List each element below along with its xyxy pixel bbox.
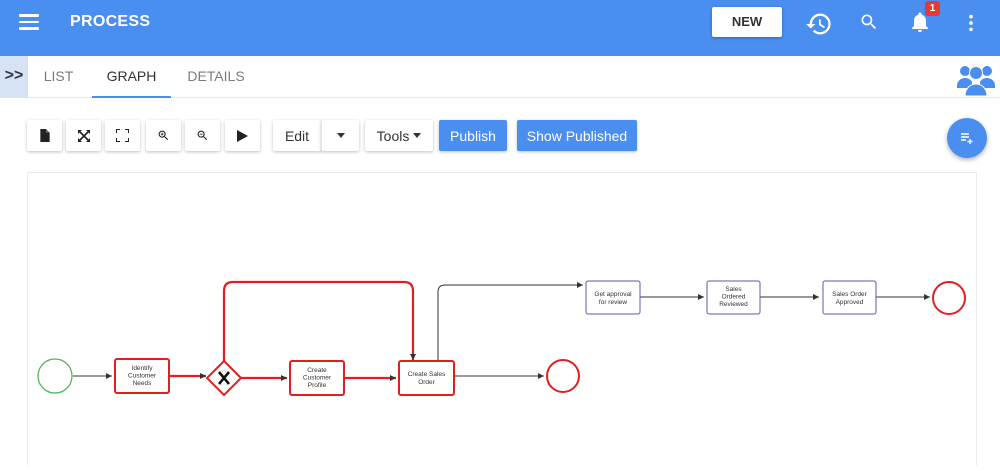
task-label: Approved (836, 299, 864, 306)
top-bar: PROCESS NEW 1 (0, 0, 1000, 56)
edge-gateway-order (222, 280, 416, 361)
notification-badge: 1 (925, 1, 940, 16)
search-icon[interactable] (859, 12, 879, 32)
end-event[interactable] (932, 281, 966, 315)
zoom-out-icon (197, 130, 208, 141)
fullscreen-icon (116, 129, 129, 142)
history-icon[interactable] (805, 10, 833, 38)
page-title: PROCESS (70, 13, 151, 30)
menu-icon[interactable] (19, 14, 39, 30)
task-label: Customer (128, 373, 157, 380)
fit-icon (77, 129, 90, 142)
task-label: Order (418, 379, 435, 386)
exclusive-gateway[interactable] (205, 359, 243, 397)
task-label: for review (599, 299, 627, 306)
task-identify-customer-needs[interactable]: Identify Customer Needs (114, 358, 170, 394)
zoom-out-button[interactable] (185, 120, 220, 151)
floating-action-button[interactable] (947, 118, 987, 158)
chevron-down-icon (336, 133, 345, 138)
active-tab-indicator (92, 96, 171, 98)
task-sales-order-approved[interactable]: Sales Order Approved (822, 280, 877, 315)
new-document-icon (39, 129, 50, 142)
task-label: Profile (308, 382, 327, 389)
tab-bar: >> LIST GRAPH DETAILS (0, 56, 1000, 98)
task-label: Get approval (594, 291, 632, 298)
task-label: Create Sales (408, 371, 446, 378)
new-document-button[interactable] (27, 120, 62, 151)
task-get-approval[interactable]: Get approval for review (585, 280, 641, 315)
tab-list[interactable]: LIST (40, 56, 77, 98)
graph-edges (73, 280, 930, 381)
task-label: Sales Order (832, 291, 868, 298)
task-label: Identify (132, 365, 154, 372)
chevron-down-icon (413, 133, 422, 138)
task-label: Create (307, 367, 327, 374)
task-label: Reviewed (719, 301, 748, 308)
task-label: Ordered (722, 294, 746, 301)
fit-button[interactable] (66, 120, 101, 151)
end-event[interactable] (546, 359, 580, 393)
task-sales-ordered-reviewed[interactable]: Sales Ordered Reviewed (706, 280, 761, 315)
process-graph: Identify Customer Needs Create Customer … (37, 280, 966, 397)
playlist-add-icon (961, 133, 973, 144)
edge-order-approval (437, 282, 583, 360)
task-label: Needs (133, 380, 153, 387)
graph-canvas[interactable]: Identify Customer Needs Create Customer … (27, 172, 977, 465)
tab-details[interactable]: DETAILS (184, 56, 248, 98)
task-label: Sales (725, 286, 742, 293)
more-vert-icon[interactable] (960, 12, 982, 34)
task-label: Customer (303, 375, 332, 382)
tab-graph[interactable]: GRAPH (92, 56, 171, 98)
edit-button[interactable]: Edit (273, 120, 321, 151)
zoom-in-icon (158, 130, 169, 141)
fullscreen-button[interactable] (105, 120, 140, 151)
task-create-sales-order[interactable]: Create Sales Order (398, 360, 455, 396)
expand-panel-button[interactable]: >> (0, 56, 28, 98)
edit-dropdown-button[interactable] (321, 120, 359, 151)
users-icon[interactable] (957, 62, 995, 96)
new-button[interactable]: NEW (712, 7, 782, 37)
play-button[interactable] (225, 120, 260, 151)
task-create-customer-profile[interactable]: Create Customer Profile (289, 360, 345, 396)
play-icon (237, 129, 248, 142)
tools-dropdown[interactable]: Tools (365, 120, 433, 151)
tools-label: Tools (376, 127, 410, 144)
publish-button[interactable]: Publish (439, 120, 507, 151)
start-event[interactable] (37, 358, 73, 394)
show-published-button[interactable]: Show Published (517, 120, 637, 151)
zoom-in-button[interactable] (146, 120, 181, 151)
